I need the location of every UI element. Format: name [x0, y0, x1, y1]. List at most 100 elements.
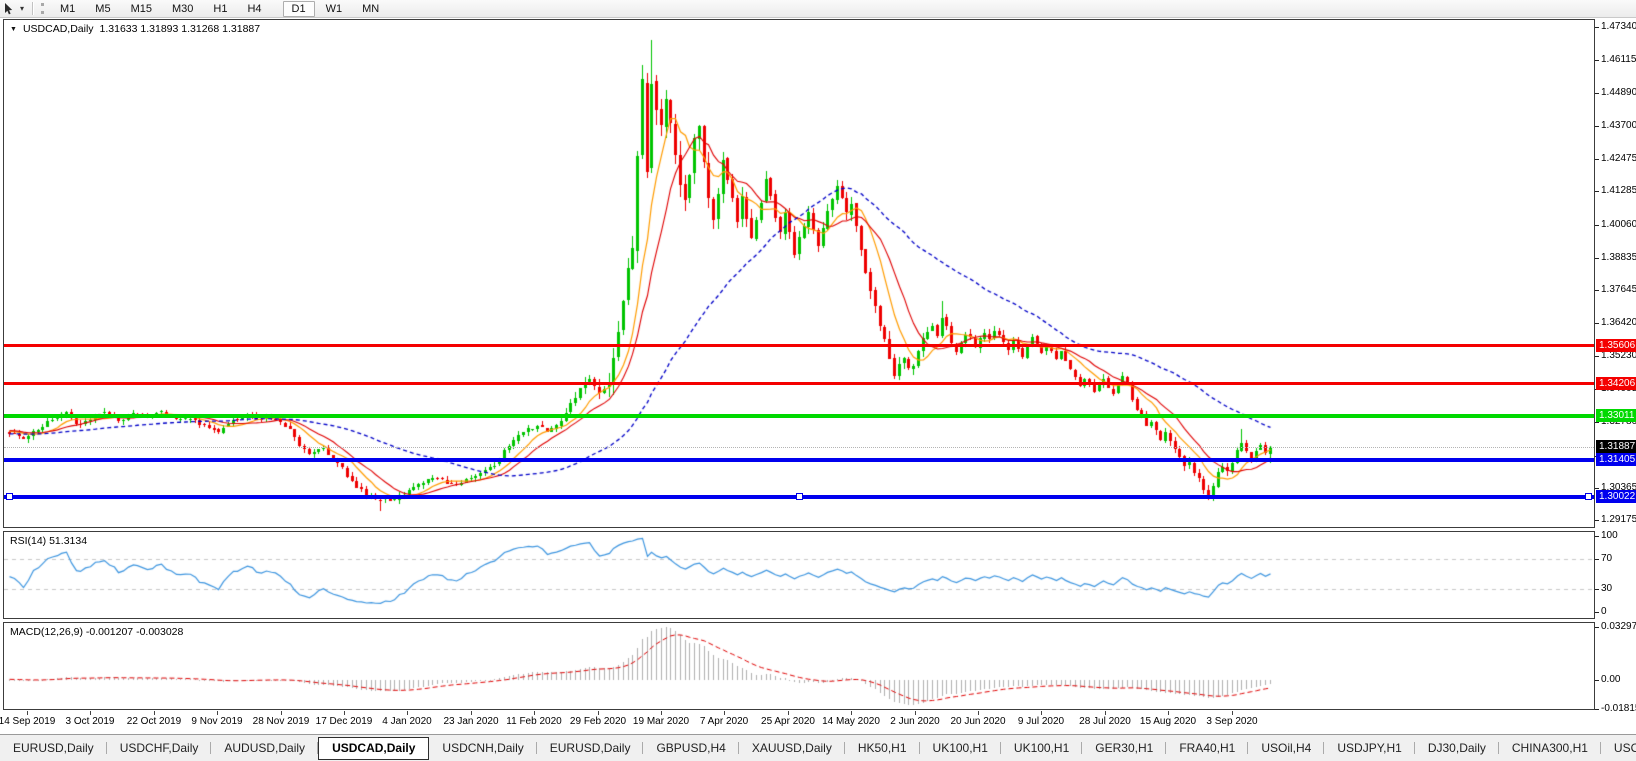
date-label: 3 Sep 2020 [1206, 716, 1257, 727]
cursor-tool-dropdown-caret[interactable]: ▾ [17, 4, 27, 13]
date-label: 20 Jun 2020 [950, 716, 1005, 727]
price-axis: 1.473401.461151.448901.437001.424751.412… [1595, 19, 1636, 712]
time-tick-mark [154, 711, 155, 715]
date-label: 17 Dec 2019 [316, 716, 373, 727]
chart-tab-eurusd-daily[interactable]: EURUSD,Daily [0, 738, 107, 758]
date-label: 14 May 2020 [822, 716, 880, 727]
axis-tick-mark [1595, 559, 1599, 560]
timeframe-button-mn[interactable]: MN [353, 1, 388, 17]
chart-tab-usoil-h1[interactable]: USOil,H1 [1601, 738, 1636, 758]
price-tick-label: 1.42475 [1601, 153, 1636, 164]
time-tick-mark [281, 711, 282, 715]
axis-tick-mark [1595, 488, 1599, 489]
rsi-label: RSI(14) 51.3134 [10, 535, 87, 547]
time-tick-mark [1041, 711, 1042, 715]
price-tick-label: 0 [1601, 606, 1607, 617]
chart-tab-china300-h1[interactable]: CHINA300,H1 [1499, 738, 1601, 758]
chart-tab-fra40-h1[interactable]: FRA40,H1 [1166, 738, 1248, 758]
time-tick-mark [788, 711, 789, 715]
price-tick-label: 1.36420 [1601, 317, 1636, 328]
date-label: 19 Mar 2020 [633, 716, 689, 727]
timeframe-button-w1[interactable]: W1 [317, 1, 352, 17]
axis-tick-mark [1595, 191, 1599, 192]
date-label: 29 Feb 2020 [570, 716, 626, 727]
toolbar-drag-handle[interactable] [41, 3, 44, 14]
time-tick-mark [534, 711, 535, 715]
chart-symbol-label: USDCAD,Daily [23, 23, 94, 35]
current-price-line [4, 447, 1594, 448]
timeframe-button-h4[interactable]: H4 [238, 1, 270, 17]
price-tick-label: 1.29175 [1601, 514, 1636, 525]
resistance-line-1.35606[interactable] [4, 344, 1594, 347]
price-tick-label: 0.00 [1601, 674, 1620, 685]
time-tick-mark [1232, 711, 1233, 715]
resistance-line-1.34206[interactable] [4, 382, 1594, 385]
axis-tick-mark [1595, 159, 1599, 160]
resistance-line-1.33011[interactable] [4, 414, 1594, 418]
chart-tab-eurusd-daily[interactable]: EURUSD,Daily [537, 738, 644, 758]
chart-tab-ger30-h1[interactable]: GER30,H1 [1082, 738, 1166, 758]
timeframe-button-d1[interactable]: D1 [283, 1, 315, 17]
timeframe-button-m15[interactable]: M15 [122, 1, 161, 17]
timeframe-button-m30[interactable]: M30 [163, 1, 202, 17]
axis-tick-mark [1595, 589, 1599, 590]
chart-tab-usdcad-daily[interactable]: USDCAD,Daily [318, 737, 429, 760]
axis-tick-mark [1595, 60, 1599, 61]
price-tick-label: 1.47340 [1601, 21, 1636, 32]
axis-tick-mark [1595, 27, 1599, 28]
axis-tick-mark [1595, 290, 1599, 291]
axis-tick-mark [1595, 422, 1599, 423]
timeframe-button-m5[interactable]: M5 [86, 1, 119, 17]
main-chart-pane: ▼ USDCAD,Daily 1.31633 1.31893 1.31268 1… [3, 19, 1595, 528]
time-tick-mark [598, 711, 599, 715]
chart-tab-uk100-h1[interactable]: UK100,H1 [1001, 738, 1082, 758]
chart-tab-audusd-daily[interactable]: AUDUSD,Daily [211, 738, 318, 758]
collapse-arrow-icon[interactable]: ▼ [10, 26, 17, 33]
cursor-tool-button[interactable] [0, 1, 17, 17]
timeframe-button-h1[interactable]: H1 [204, 1, 236, 17]
chart-tab-usoil-h4[interactable]: USOil,H4 [1248, 738, 1324, 758]
axis-tick-mark [1595, 709, 1599, 710]
chart-tab-xauusd-daily[interactable]: XAUUSD,Daily [739, 738, 845, 758]
price-chart-canvas[interactable] [4, 20, 1594, 527]
axis-tick-mark [1595, 225, 1599, 226]
chart-tab-usdchf-daily[interactable]: USDCHF,Daily [107, 738, 212, 758]
time-tick-mark [90, 711, 91, 715]
date-label: 22 Oct 2019 [127, 716, 181, 727]
line-selection-handle-left[interactable] [6, 493, 13, 500]
date-label: 23 Jan 2020 [443, 716, 498, 727]
time-tick-mark [407, 711, 408, 715]
axis-tick-mark [1595, 258, 1599, 259]
date-label: 28 Jul 2020 [1079, 716, 1131, 727]
time-axis: 14 Sep 20193 Oct 201922 Oct 20199 Nov 20… [0, 711, 1636, 734]
date-label: 9 Jul 2020 [1018, 716, 1064, 727]
current-price-badge: 1.31887 [1596, 440, 1636, 453]
rsi-canvas[interactable] [4, 532, 1594, 618]
resistance-line-1.33011-badge: 1.33011 [1596, 409, 1636, 422]
macd-canvas[interactable] [4, 623, 1594, 709]
timeframe-button-m1[interactable]: M1 [51, 1, 84, 17]
macd-indicator-pane: MACD(12,26,9) -0.001207 -0.003028 [3, 622, 1595, 710]
price-tick-label: 1.46115 [1601, 54, 1636, 65]
chart-tab-gbpusd-h4[interactable]: GBPUSD,H4 [643, 738, 738, 758]
chart-tab-hk50-h1[interactable]: HK50,H1 [845, 738, 920, 758]
timeframe-button-group: M1M5M15M30H1H4 D1W1MN [50, 3, 389, 15]
toolbar: ▾ M1M5M15M30H1H4 D1W1MN [0, 0, 1636, 18]
rsi-indicator-pane: RSI(14) 51.3134 [3, 531, 1595, 619]
axis-tick-mark [1595, 520, 1599, 521]
axis-tick-mark [1595, 323, 1599, 324]
chart-tab-uk100-h1[interactable]: UK100,H1 [920, 738, 1001, 758]
chart-tab-usdjpy-h1[interactable]: USDJPY,H1 [1324, 738, 1414, 758]
price-tick-label: 70 [1601, 553, 1612, 564]
price-tick-label: 1.44890 [1601, 87, 1636, 98]
date-label: 14 Sep 2019 [0, 716, 55, 727]
chart-tab-dj30-daily[interactable]: DJ30,Daily [1415, 738, 1499, 758]
axis-tick-mark [1595, 126, 1599, 127]
line-selection-handle-mid[interactable] [796, 493, 803, 500]
line-selection-handle-right[interactable] [1585, 493, 1592, 500]
price-tick-label: 0.032972 [1601, 621, 1636, 632]
time-tick-mark [661, 711, 662, 715]
price-tick-label: 1.43700 [1601, 120, 1636, 131]
support-line-1.31405[interactable] [4, 458, 1594, 462]
chart-tab-usdcnh-daily[interactable]: USDCNH,Daily [429, 738, 536, 758]
